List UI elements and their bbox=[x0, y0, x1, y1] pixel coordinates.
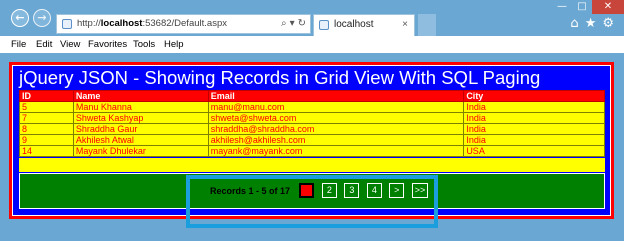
menu-tools[interactable]: Tools bbox=[133, 36, 155, 53]
column-header-name: Name bbox=[72, 90, 209, 102]
cell-email: manu@manu.com bbox=[207, 101, 465, 113]
cell-email: shweta@shweta.com bbox=[207, 112, 465, 124]
cell-id: 14 bbox=[19, 145, 74, 157]
page-favicon-icon bbox=[62, 19, 72, 29]
cell-id: 8 bbox=[19, 123, 74, 135]
cell-city: India bbox=[463, 123, 605, 135]
cell-email: akhilesh@akhilesh.com bbox=[207, 134, 465, 146]
refresh-icon[interactable]: ↻ bbox=[298, 18, 306, 29]
menu-favorites[interactable]: Favorites bbox=[88, 36, 127, 53]
home-icon[interactable]: ⌂ bbox=[570, 16, 578, 31]
url-path: :53682/Default.aspx bbox=[142, 18, 227, 29]
maximize-icon[interactable]: □ bbox=[572, 0, 592, 14]
menu-bar: File Edit View Favorites Tools Help bbox=[0, 36, 624, 53]
dropdown-icon[interactable]: ▾ bbox=[290, 18, 295, 29]
tab-close-icon[interactable]: × bbox=[402, 15, 408, 35]
tab-localhost[interactable]: localhost × bbox=[313, 14, 415, 36]
forward-arrow-icon[interactable]: → bbox=[33, 9, 51, 27]
table-row: 7 Shweta Kashyap shweta@shweta.com India bbox=[19, 112, 605, 124]
back-arrow-icon[interactable]: ← bbox=[11, 9, 29, 27]
column-header-id: ID bbox=[19, 90, 74, 102]
close-icon[interactable]: ✕ bbox=[592, 0, 624, 14]
cell-id: 5 bbox=[19, 101, 74, 113]
search-icon[interactable]: ⌕ bbox=[281, 18, 287, 29]
toolbar-icons: ⌂ ★ ⚙ bbox=[564, 16, 614, 31]
cell-name: Shraddha Gaur bbox=[72, 123, 209, 135]
cell-email: mayank@mayank.com bbox=[207, 145, 465, 157]
favorites-star-icon[interactable]: ★ bbox=[585, 16, 597, 31]
cell-city: India bbox=[463, 112, 605, 124]
table-row: 9 Akhilesh Atwal akhilesh@akhilesh.com I… bbox=[19, 134, 605, 146]
cell-name: Manu Khanna bbox=[72, 101, 209, 113]
cell-name: Shweta Kashyap bbox=[72, 112, 209, 124]
address-url[interactable]: http://localhost:53682/Default.aspx bbox=[77, 15, 227, 33]
minimize-icon[interactable]: — bbox=[552, 0, 572, 14]
column-header-city: City bbox=[463, 90, 605, 102]
browser-titlebar: ← → http://localhost:53682/Default.aspx … bbox=[0, 0, 624, 36]
tab-favicon-icon bbox=[319, 20, 329, 30]
cell-email: shraddha@shraddha.com bbox=[207, 123, 465, 135]
cell-name: Mayank Dhulekar bbox=[72, 145, 209, 157]
cell-city: India bbox=[463, 134, 605, 146]
new-tab-button[interactable] bbox=[418, 14, 436, 36]
cell-name: Akhilesh Atwal bbox=[72, 134, 209, 146]
cell-city: India bbox=[463, 101, 605, 113]
cell-id: 7 bbox=[19, 112, 74, 124]
menu-help[interactable]: Help bbox=[164, 36, 184, 53]
url-host: localhost bbox=[100, 18, 143, 29]
menu-file[interactable]: File bbox=[11, 36, 26, 53]
grid-header-row: ID Name Email City bbox=[19, 90, 605, 102]
url-prefix: http:// bbox=[77, 18, 101, 29]
table-row: 5 Manu Khanna manu@manu.com India bbox=[19, 101, 605, 113]
page-title: jQuery JSON - Showing Records in Grid Vi… bbox=[19, 67, 541, 88]
cell-id: 9 bbox=[19, 134, 74, 146]
tab-label: localhost bbox=[334, 19, 374, 30]
settings-gear-icon[interactable]: ⚙ bbox=[602, 16, 614, 31]
table-row: 14 Mayank Dhulekar mayank@mayank.com USA bbox=[19, 145, 605, 157]
records-grid: ID Name Email City 5 Manu Khanna manu@ma… bbox=[19, 90, 605, 157]
cell-city: USA bbox=[463, 145, 605, 157]
address-actions: ⌕ ▾ ↻ bbox=[278, 15, 306, 33]
grid-spacer-row bbox=[19, 158, 605, 172]
menu-edit[interactable]: Edit bbox=[36, 36, 52, 53]
column-header-email: Email bbox=[207, 90, 465, 102]
table-row: 8 Shraddha Gaur shraddha@shraddha.com In… bbox=[19, 123, 605, 135]
menu-view[interactable]: View bbox=[60, 36, 80, 53]
pager-highlight-annotation bbox=[186, 175, 438, 228]
address-bar[interactable]: http://localhost:53682/Default.aspx ⌕ ▾ ↻ bbox=[56, 14, 311, 34]
